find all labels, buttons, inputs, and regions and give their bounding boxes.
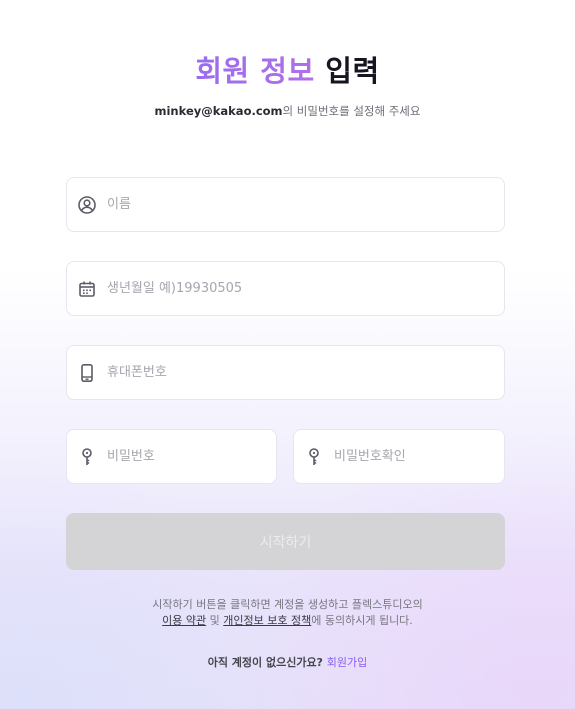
phone-input[interactable] <box>105 364 504 381</box>
terms-and-text: 및 <box>206 614 224 627</box>
phone-icon <box>77 363 97 383</box>
signup-prompt: 아직 계정이 없으신가요? 회원가입 <box>0 654 575 670</box>
name-field[interactable] <box>66 177 505 232</box>
password-confirm-input[interactable] <box>332 448 504 465</box>
terms-of-use-link[interactable]: 이용 약관 <box>162 614 206 627</box>
title-rest: 입력 <box>325 54 380 88</box>
user-circle-icon <box>77 195 97 215</box>
calendar-icon <box>77 279 97 299</box>
password-field[interactable] <box>66 429 277 484</box>
signup-question: 아직 계정이 없으신가요? <box>207 656 323 669</box>
subtitle: minkey@kakao.com의 비밀번호를 설정해 주세요 <box>0 103 575 119</box>
name-input[interactable] <box>105 196 504 213</box>
terms-line-2: 이용 약관 및 개인정보 보호 정책에 동의하시게 됩니다. <box>0 613 575 629</box>
phone-field[interactable] <box>66 345 505 400</box>
password-confirm-field[interactable] <box>293 429 505 484</box>
signup-link[interactable]: 회원가입 <box>327 656 367 669</box>
start-button[interactable]: 시작하기 <box>66 513 505 570</box>
terms-line-1: 시작하기 버튼을 클릭하면 계정을 생성하고 플렉스튜디오의 <box>152 598 423 611</box>
terms-suffix-text: 에 동의하시게 됩니다. <box>311 614 413 627</box>
user-email: minkey@kakao.com <box>154 104 283 118</box>
page-title: 회원 정보 입력 <box>0 48 575 90</box>
subtitle-text: 의 비밀번호를 설정해 주세요 <box>282 104 421 118</box>
key-icon <box>304 447 324 467</box>
title-accent: 회원 정보 <box>195 54 315 88</box>
birthdate-input[interactable] <box>105 280 504 297</box>
birthdate-field[interactable] <box>66 261 505 316</box>
password-input[interactable] <box>105 448 276 465</box>
terms-notice: 시작하기 버튼을 클릭하면 계정을 생성하고 플렉스튜디오의 이용 약관 및 개… <box>0 597 575 629</box>
key-icon <box>77 447 97 467</box>
privacy-policy-link[interactable]: 개인정보 보호 정책 <box>223 614 311 627</box>
